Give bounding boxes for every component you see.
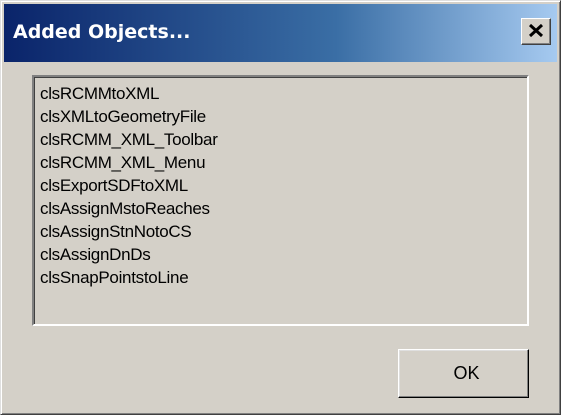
added-objects-dialog: Added Objects... clsRCMMtoXML clsXMLtoGe… [0, 0, 561, 415]
list-item[interactable]: clsAssignStnNotoCS [40, 220, 527, 243]
list-item[interactable]: clsAssignDnDs [40, 243, 527, 266]
title-bar[interactable]: Added Objects... [4, 4, 557, 62]
close-button[interactable] [521, 18, 551, 45]
list-item[interactable]: clsXMLtoGeometryFile [40, 105, 527, 128]
list-item[interactable]: clsRCMM_XML_Toolbar [40, 128, 527, 151]
close-x-icon [529, 24, 544, 38]
window-title: Added Objects... [13, 21, 191, 43]
added-objects-list[interactable]: clsRCMMtoXML clsXMLtoGeometryFile clsRCM… [32, 75, 529, 326]
list-item[interactable]: clsAssignMstoReaches [40, 197, 527, 220]
list-item[interactable]: clsSnapPointstoLine [40, 266, 527, 289]
ok-button[interactable]: OK [398, 349, 529, 398]
list-item[interactable]: clsExportSDFtoXML [40, 174, 527, 197]
list-item[interactable]: clsRCMM_XML_Menu [40, 151, 527, 174]
list-item[interactable]: clsRCMMtoXML [40, 82, 527, 105]
